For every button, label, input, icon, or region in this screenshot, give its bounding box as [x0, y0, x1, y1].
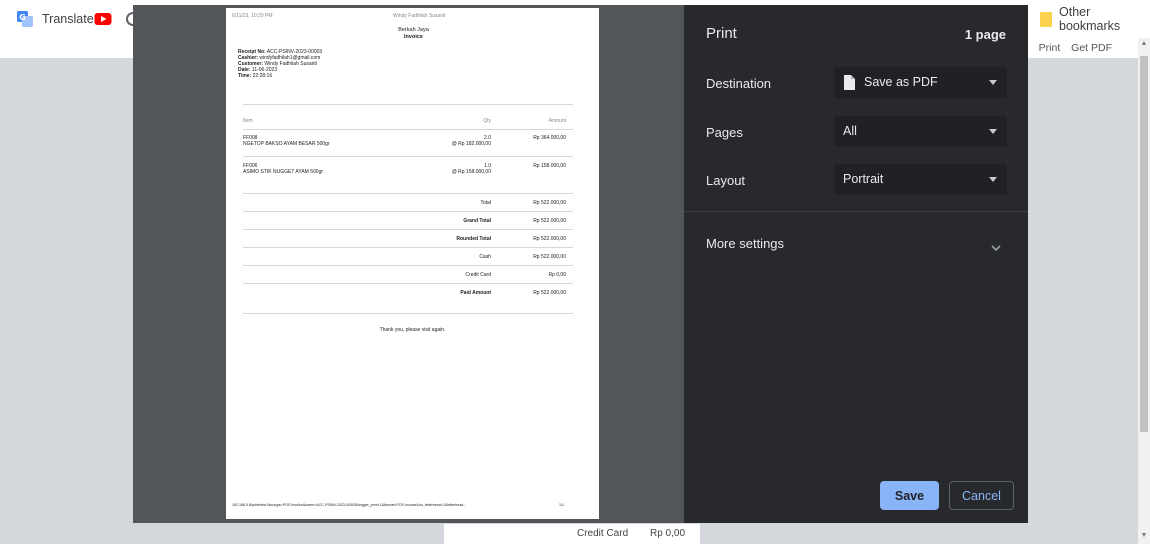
preview-page: 6/11/23, 10:29 PM Windy Fadhilah Susanti… [226, 8, 599, 519]
preview-item-name: NGETOP BAKSO AYAM BESAR 500gr [243, 141, 330, 147]
preview-item-rate: @ Rp 182.000,00 [451, 141, 491, 147]
destination-label: Destination [706, 76, 772, 91]
preview-total-label: Cash [479, 254, 491, 260]
translate-icon: G [16, 10, 34, 28]
preview-divider [243, 247, 573, 248]
bookmark-youtube[interactable] [94, 9, 112, 29]
preview-total-value: Rp 522.000,00 [533, 254, 566, 260]
youtube-icon [94, 12, 112, 26]
folder-icon [1040, 11, 1052, 27]
bookmark-other-bookmarks[interactable]: Other bookmarks [1040, 5, 1150, 33]
destination-select[interactable]: Save as PDF [834, 67, 1007, 98]
preview-col-amount: Amount [548, 118, 566, 124]
chevron-down-icon [989, 80, 997, 85]
more-settings-toggle[interactable]: More settings [706, 236, 784, 251]
layout-label: Layout [706, 173, 746, 188]
panel-title: Print [706, 25, 737, 42]
chevron-down-icon[interactable] [990, 239, 1002, 257]
page-scrollbar[interactable]: ▲ ▼ [1138, 38, 1150, 544]
print-settings-panel: Print 1 page Destination Save as PDF Pag… [684, 5, 1028, 523]
preview-footer-url: 192.168.0.8/printview?doctype=POS Invoic… [232, 503, 467, 507]
background-credit-card-row: Credit Card Rp 0,00 [444, 524, 700, 544]
preview-total-label: Credit Card [465, 272, 491, 278]
bookmark-translate[interactable]: G Translate [16, 9, 94, 29]
preview-total-value: Rp 522.000,00 [533, 200, 566, 206]
preview-divider [243, 313, 573, 314]
preview-total-value: Rp 522.000,00 [533, 236, 566, 242]
print-preview-area: 6/11/23, 10:29 PM Windy Fadhilah Susanti… [133, 5, 684, 523]
preview-total-label: Rounded Total [456, 236, 491, 242]
preview-item-amount: Rp 158.000,00 [533, 163, 566, 169]
chevron-down-icon [989, 177, 997, 182]
scrollbar-thumb[interactable] [1140, 56, 1148, 432]
preview-divider [243, 129, 573, 130]
preview-divider [243, 104, 573, 105]
preview-divider [243, 211, 573, 212]
preview-doc-title: Invoice [404, 34, 423, 40]
layout-value: Portrait [843, 172, 884, 186]
get-pdf-link[interactable]: Get PDF [1071, 42, 1112, 54]
background-credit-card-value: Rp 0,00 [650, 528, 686, 539]
preview-col-item: Item [243, 118, 253, 124]
print-dialog: 6/11/23, 10:29 PM Windy Fadhilah Susanti… [133, 5, 1028, 523]
preview-time: Time: 22:28:16 [238, 73, 273, 79]
bookmark-translate-label: Translate [42, 12, 94, 26]
preview-divider [243, 156, 573, 157]
preview-item-name: ASIMO STIK NUGGET AYAM 500gr [243, 169, 324, 175]
preview-total-label: Grand Total [463, 218, 491, 224]
preview-divider [243, 265, 573, 266]
destination-value: Save as PDF [864, 75, 938, 89]
preview-footer-page: 1/1 [559, 503, 564, 507]
print-link[interactable]: Print [1039, 42, 1061, 54]
cancel-button[interactable]: Cancel [949, 481, 1014, 510]
preview-header-datetime: 6/11/23, 10:29 PM [232, 13, 273, 19]
preview-company: Berkah Jaya [398, 27, 429, 33]
chevron-down-icon [989, 129, 997, 134]
preview-total-value: Rp 0,00 [548, 272, 566, 278]
panel-divider [684, 211, 1028, 212]
preview-header-title: Windy Fadhilah Susanti [393, 13, 446, 19]
preview-item-rate: @ Rp 158.000,00 [451, 169, 491, 175]
preview-divider [243, 283, 573, 284]
pages-label: Pages [706, 125, 743, 140]
page-count: 1 page [964, 27, 1006, 42]
pages-value: All [843, 124, 857, 138]
preview-col-qty: Qty [483, 118, 491, 124]
preview-item-amount: Rp 364.000,00 [533, 135, 566, 141]
save-button[interactable]: Save [880, 481, 939, 510]
pages-select[interactable]: All [834, 116, 1007, 147]
preview-divider [243, 229, 573, 230]
scroll-down-icon[interactable]: ▼ [1140, 532, 1148, 540]
svg-text:G: G [19, 13, 26, 22]
scroll-up-icon[interactable]: ▲ [1140, 40, 1148, 48]
file-icon [843, 75, 855, 95]
preview-total-value: Rp 522.000,00 [533, 218, 566, 224]
other-bookmarks-label: Other bookmarks [1059, 5, 1121, 33]
layout-select[interactable]: Portrait [834, 164, 1007, 195]
print-links: Print Get PDF [1031, 42, 1112, 54]
preview-total-label: Total [480, 200, 491, 206]
preview-total-label: Paid Amount [460, 290, 491, 296]
background-credit-card-label: Credit Card [577, 528, 629, 539]
preview-divider [243, 193, 573, 194]
preview-thank-you: Thank you, please visit again. [379, 327, 446, 333]
preview-total-value: Rp 522.000,00 [533, 290, 566, 296]
